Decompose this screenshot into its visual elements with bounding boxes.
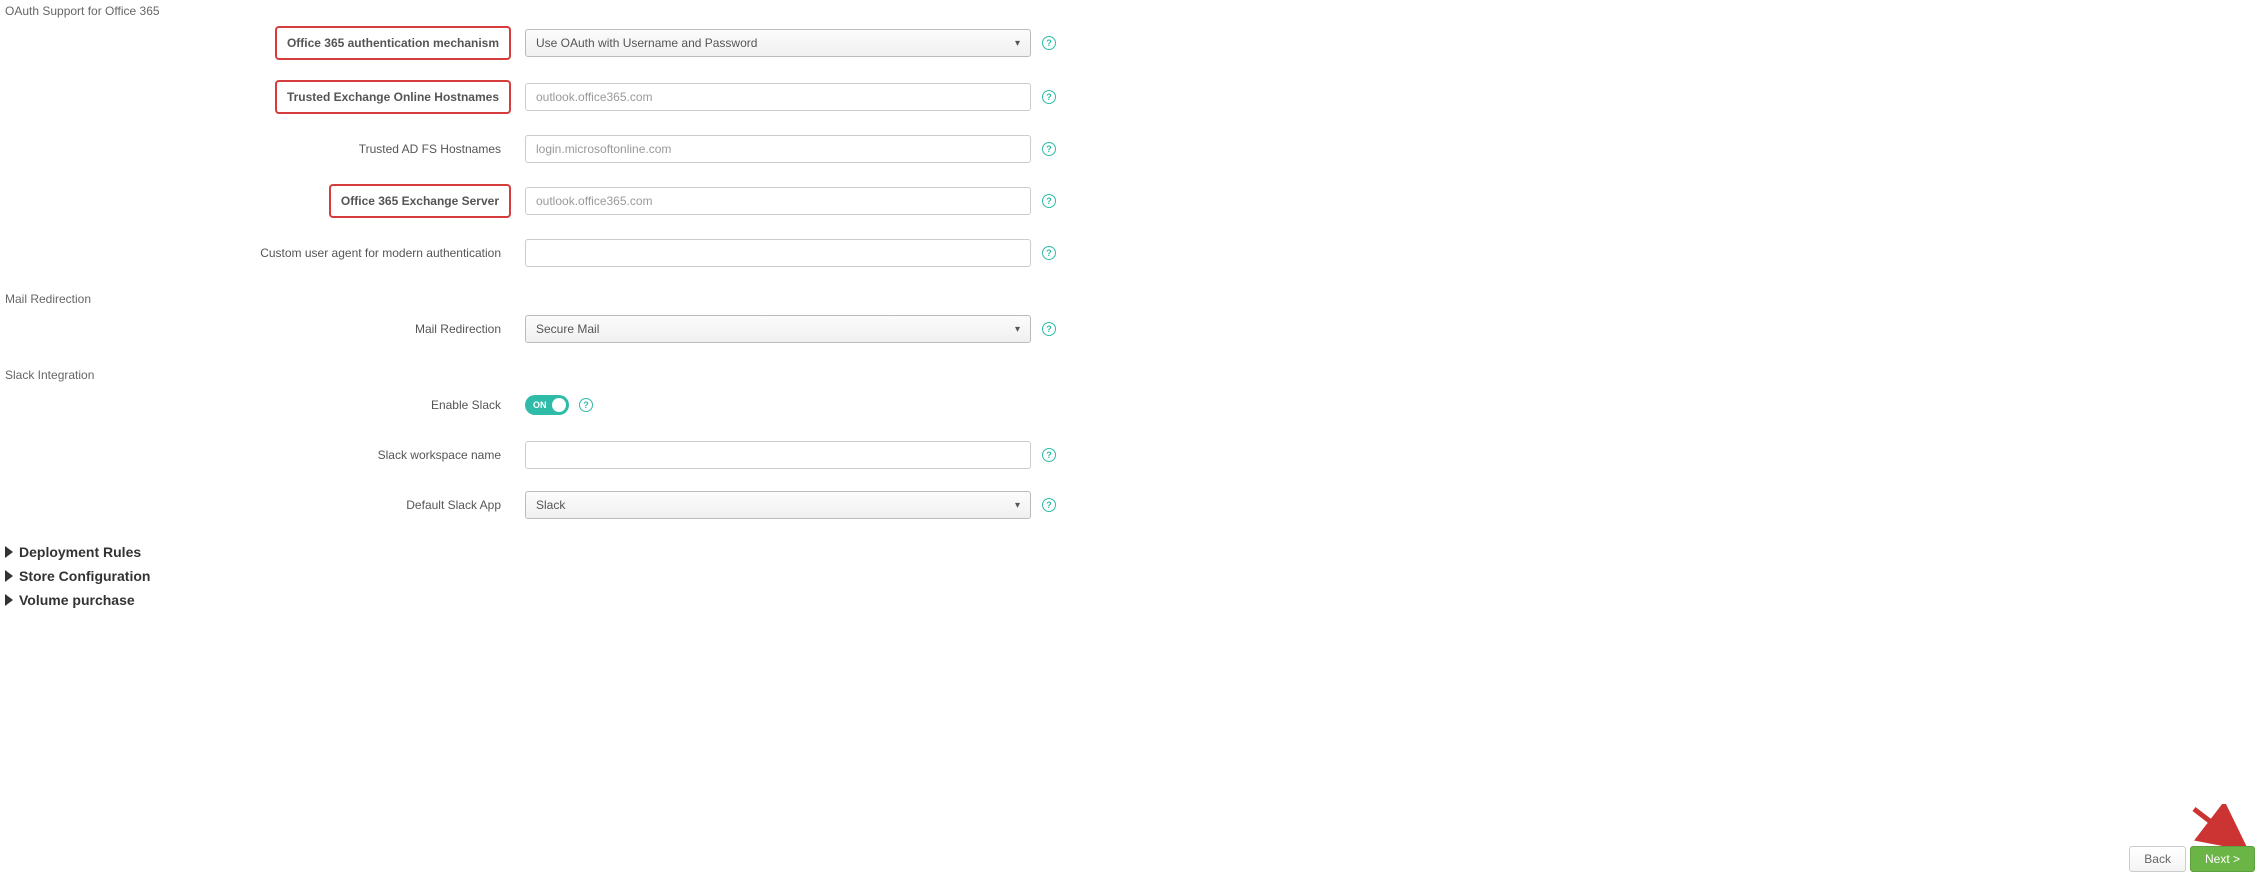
help-icon[interactable]: ? <box>1042 448 1056 462</box>
input-slack-workspace[interactable] <box>525 441 1031 469</box>
input-adfs[interactable] <box>525 135 1031 163</box>
input-trusted-hosts[interactable] <box>525 83 1031 111</box>
help-icon[interactable]: ? <box>1042 142 1056 156</box>
help-icon[interactable]: ? <box>1042 90 1056 104</box>
toggle-enable-slack[interactable]: ON <box>525 395 569 415</box>
help-icon[interactable]: ? <box>1042 194 1056 208</box>
label-user-agent: Custom user agent for modern authenticat… <box>250 238 511 268</box>
input-exchange-server[interactable] <box>525 187 1031 215</box>
label-trusted-hosts: Trusted Exchange Online Hostnames <box>275 80 511 114</box>
label-adfs: Trusted AD FS Hostnames <box>349 134 511 164</box>
caret-down-icon: ▾ <box>1015 324 1020 335</box>
select-slack-value: Slack <box>536 498 565 512</box>
label-mail-redirection: Mail Redirection <box>405 314 511 344</box>
toggle-knob <box>552 398 566 412</box>
select-auth-mechanism[interactable]: Use OAuth with Username and Password ▾ <box>525 29 1031 57</box>
toggle-state: ON <box>525 400 547 410</box>
input-user-agent[interactable] <box>525 239 1031 267</box>
next-button[interactable]: Next > <box>2190 846 2255 872</box>
section-title-oauth: OAuth Support for Office 365 <box>0 0 2267 18</box>
caret-down-icon: ▾ <box>1015 500 1020 511</box>
triangle-right-icon <box>5 594 13 606</box>
accordion-label: Volume purchase <box>19 592 135 608</box>
help-icon[interactable]: ? <box>1042 246 1056 260</box>
accordion-deployment-rules[interactable]: Deployment Rules <box>5 544 2267 560</box>
accordion-store-configuration[interactable]: Store Configuration <box>5 568 2267 584</box>
select-mail-value: Secure Mail <box>536 322 599 336</box>
label-slack-workspace: Slack workspace name <box>368 440 511 470</box>
help-icon[interactable]: ? <box>579 398 593 412</box>
label-default-slack-app: Default Slack App <box>396 490 511 520</box>
select-mail-redirection[interactable]: Secure Mail ▾ <box>525 315 1031 343</box>
triangle-right-icon <box>5 546 13 558</box>
accordion-label: Store Configuration <box>19 568 150 584</box>
select-default-slack-app[interactable]: Slack ▾ <box>525 491 1031 519</box>
accordion-volume-purchase[interactable]: Volume purchase <box>5 592 2267 608</box>
caret-down-icon: ▾ <box>1015 38 1020 49</box>
triangle-right-icon <box>5 570 13 582</box>
select-auth-value: Use OAuth with Username and Password <box>536 36 757 50</box>
back-button[interactable]: Back <box>2129 846 2186 872</box>
accordion-label: Deployment Rules <box>19 544 141 560</box>
label-auth-mechanism: Office 365 authentication mechanism <box>275 26 511 60</box>
section-title-mail: Mail Redirection <box>0 288 2267 306</box>
section-title-slack: Slack Integration <box>0 364 2267 382</box>
help-icon[interactable]: ? <box>1042 322 1056 336</box>
label-enable-slack: Enable Slack <box>421 390 511 420</box>
help-icon[interactable]: ? <box>1042 498 1056 512</box>
annotation-arrow-icon <box>2189 804 2249 852</box>
help-icon[interactable]: ? <box>1042 36 1056 50</box>
label-exchange-server: Office 365 Exchange Server <box>329 184 511 218</box>
